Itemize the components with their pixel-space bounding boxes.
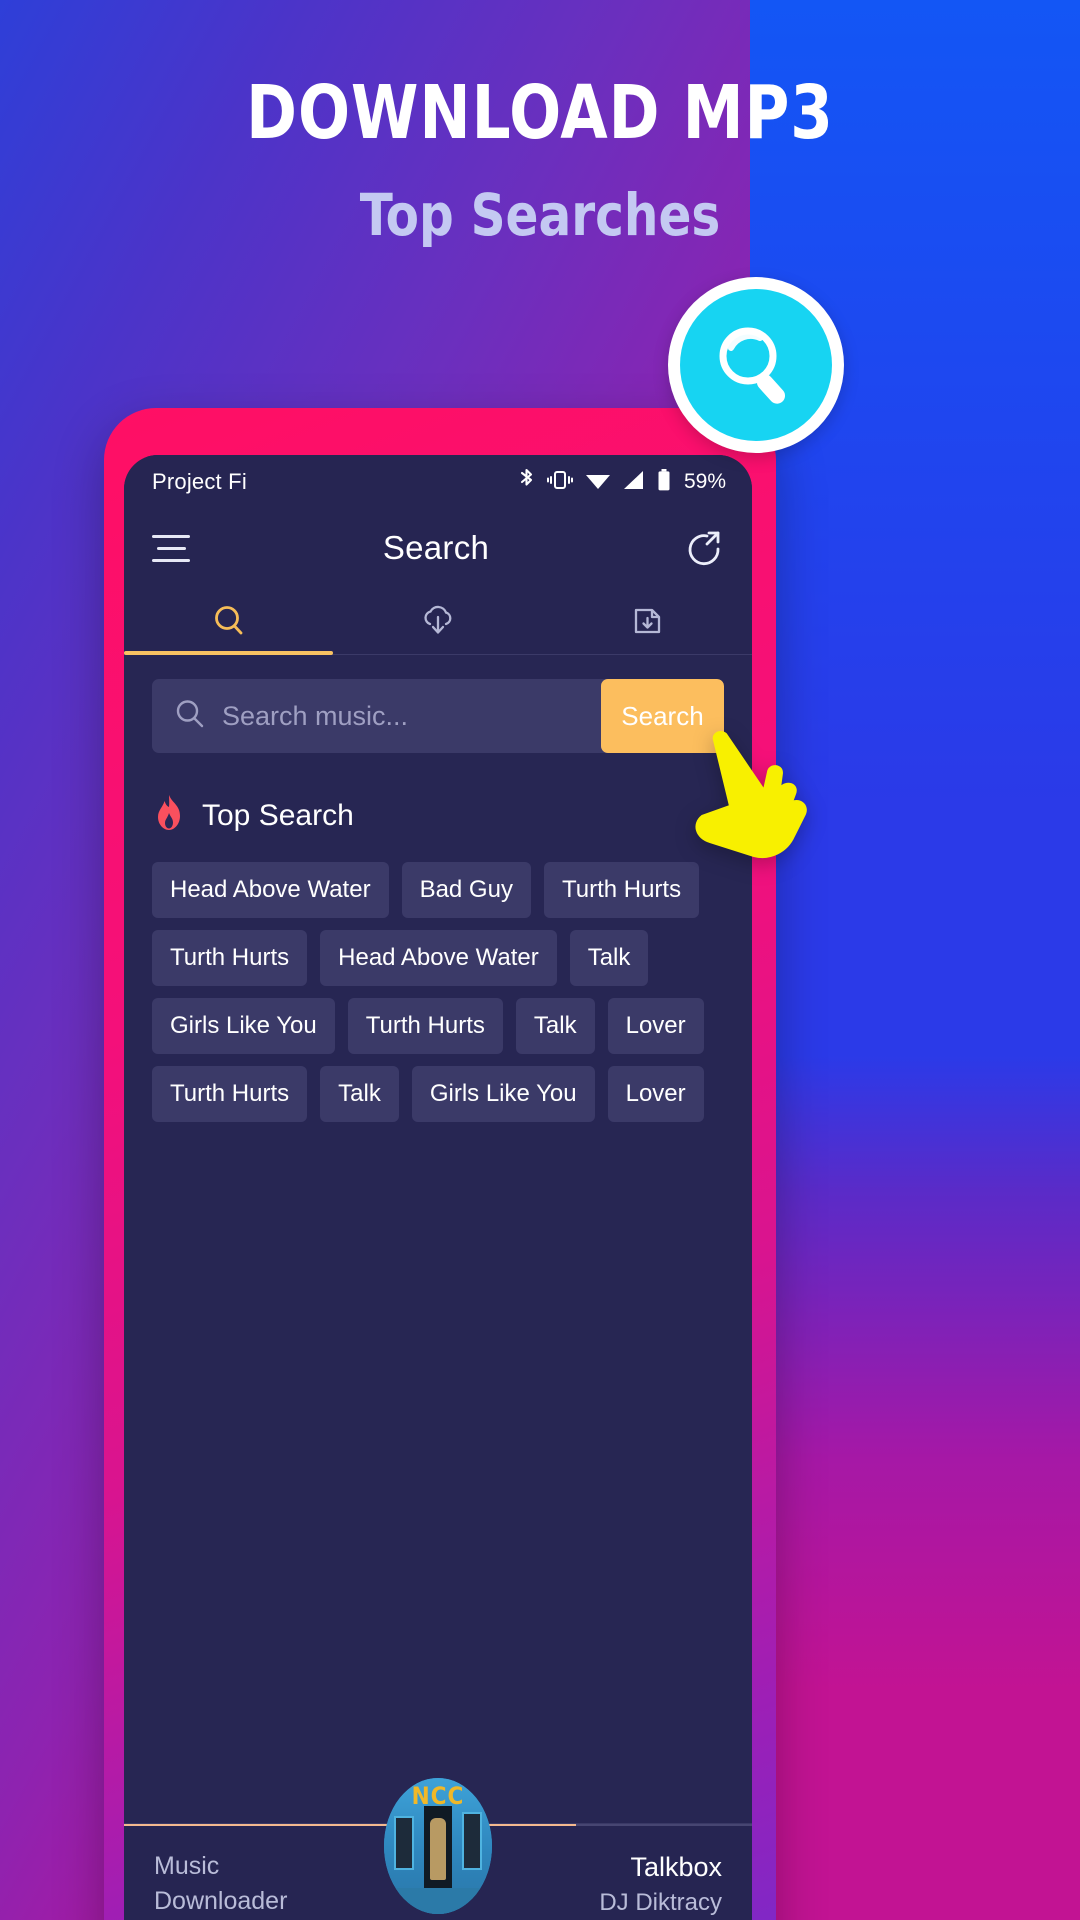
album-art-text: NCC — [411, 1782, 465, 1810]
tab-bar — [124, 587, 752, 655]
tab-active-indicator — [124, 651, 334, 655]
top-search-tag[interactable]: Girls Like You — [411, 1066, 595, 1122]
top-search-tag[interactable]: Girls Like You — [152, 998, 335, 1054]
page-title: Search — [382, 529, 490, 566]
magnifier-badge — [668, 277, 844, 453]
top-search-tag[interactable]: Turth Hurts — [543, 862, 700, 918]
top-search-header: Top Search — [152, 793, 724, 838]
battery-icon — [657, 468, 671, 497]
tab-downloaded[interactable] — [543, 587, 752, 654]
app-name-block: Music Downloader — [154, 1852, 287, 1916]
top-search-tag[interactable]: Head Above Water — [320, 930, 557, 986]
promo-banner: DOWNLOAD MP3 Top Searches Project Fi 59%… — [0, 0, 1080, 1920]
bluetooth-icon — [518, 468, 535, 497]
status-icon-group: 59% — [518, 468, 726, 497]
carrier-label: Project Fi — [152, 469, 247, 494]
phone-mockup: Project Fi 59% Search Search music... Se… — [104, 408, 776, 1920]
search-input[interactable]: Search music... — [152, 679, 601, 753]
mini-player-bar[interactable]: NCC Music Downloader Talkbox DJ Diktracy — [124, 1778, 752, 1920]
battery-percent: 59% — [683, 470, 726, 493]
app-name-line-2: Downloader — [154, 1886, 288, 1915]
top-search-tag[interactable]: Talk — [320, 1066, 399, 1122]
top-search-tag[interactable]: Talk — [515, 998, 595, 1054]
top-search-tag[interactable]: Lover — [607, 1066, 704, 1122]
top-search-tag[interactable]: Turth Hurts — [152, 930, 308, 986]
flame-icon — [152, 793, 186, 838]
progress-fill — [124, 1824, 577, 1826]
track-title: Talkbox — [630, 1852, 722, 1882]
top-search-tag-list: Head Above Water Bad Guy Turth Hurts Turth … — [152, 862, 724, 1122]
top-search-label: Top Search — [202, 798, 354, 832]
magnifier-icon — [680, 289, 832, 441]
track-info: Talkbox DJ Diktracy — [599, 1852, 722, 1917]
vibrate-icon — [546, 468, 574, 497]
search-bar: Search music... Search — [152, 679, 724, 753]
phone-screen: Project Fi 59% Search Search music... Se… — [124, 455, 752, 1920]
tab-search[interactable] — [124, 587, 334, 655]
app-name-line-1: Music — [154, 1852, 220, 1880]
top-search-tag[interactable]: Turth Hurts — [347, 998, 503, 1054]
pointing-hand-icon — [668, 728, 828, 868]
album-art[interactable]: NCC — [384, 1778, 492, 1914]
search-placeholder-text: Search music... — [222, 700, 409, 731]
promo-subtitle: Top Searches — [359, 181, 721, 249]
app-bar: Search — [124, 509, 752, 587]
top-search-tag[interactable]: Head Above Water — [152, 862, 389, 918]
top-search-tag[interactable]: Talk — [569, 930, 649, 986]
tab-downloading[interactable] — [333, 587, 542, 654]
track-artist: DJ Diktracy — [599, 1889, 722, 1916]
top-search-tag[interactable]: Bad Guy — [401, 862, 531, 918]
hamburger-menu-icon[interactable] — [152, 534, 190, 562]
tab-indicator — [333, 651, 542, 655]
top-search-tag[interactable]: Turth Hurts — [152, 1066, 308, 1122]
share-external-icon[interactable] — [682, 527, 724, 569]
search-icon — [173, 697, 207, 736]
top-search-tag[interactable]: Lover — [607, 998, 704, 1054]
tab-indicator — [543, 651, 752, 655]
signal-icon — [622, 469, 646, 496]
wifi-icon — [585, 469, 611, 496]
search-content: Search music... Search Top Search Head A… — [124, 655, 752, 1823]
status-bar: Project Fi 59% — [124, 455, 752, 509]
promo-title: DOWNLOAD MP3 — [246, 70, 834, 156]
promo-heading-group: DOWNLOAD MP3 Top Searches — [0, 0, 1080, 244]
